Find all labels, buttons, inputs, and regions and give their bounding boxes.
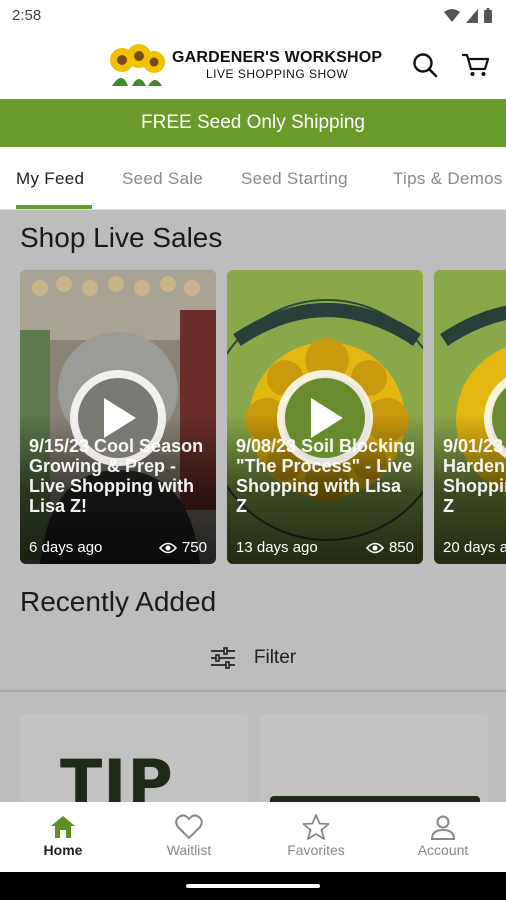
- wifi-icon: [444, 8, 460, 22]
- nav-home-label: Home: [43, 842, 83, 858]
- nav-waitlist[interactable]: Waitlist: [126, 812, 252, 858]
- content-card-thumbnail: [270, 796, 480, 802]
- recently-added-heading: Recently Added: [20, 586, 217, 617]
- brand-subtitle: LIVE SHOPPING SHOW: [205, 67, 349, 81]
- cart-button[interactable]: [461, 50, 491, 80]
- heart-icon: [175, 814, 203, 840]
- card-meta: 20 days ago: [443, 539, 506, 556]
- play-icon: [311, 398, 343, 438]
- nav-waitlist-label: Waitlist: [166, 842, 212, 858]
- tab-seed-sale[interactable]: Seed Sale: [122, 169, 203, 189]
- system-icons: [444, 8, 492, 23]
- promo-banner[interactable]: FREE Seed Only Shipping: [0, 99, 506, 147]
- signal-icon: [466, 8, 478, 23]
- eye-icon: [365, 542, 384, 553]
- promo-banner-text: FREE Seed Only Shipping: [141, 112, 365, 133]
- cart-icon: [462, 53, 490, 76]
- category-tabs: My Feed Seed Sale Seed Starting Tips & D…: [0, 147, 506, 210]
- nav-account-label: Account: [417, 842, 469, 858]
- live-sale-card[interactable]: 9/08/23 Soil Blocking "The Process" - Li…: [227, 270, 423, 564]
- card-age: 6 days ago: [29, 539, 103, 556]
- tab-tips-demos[interactable]: Tips & Demos: [393, 169, 503, 189]
- eye-icon: [158, 542, 177, 553]
- person-icon: [430, 815, 456, 840]
- nav-home[interactable]: Home: [0, 812, 126, 858]
- card-title: 9/08/23 Soil Blocking "The Process" - Li…: [236, 436, 416, 516]
- content-card[interactable]: [260, 714, 488, 802]
- live-sales-heading: Shop Live Sales: [20, 222, 223, 253]
- card-meta: 6 days ago 750: [29, 539, 207, 556]
- brand-title: GARDENER'S WORKSHOP: [172, 49, 383, 66]
- home-indicator[interactable]: [186, 884, 320, 888]
- nav-favorites[interactable]: Favorites: [253, 812, 379, 858]
- card-age: 13 days ago: [236, 539, 318, 556]
- tab-my-feed[interactable]: My Feed: [16, 169, 84, 189]
- brand-logo[interactable]: GARDENER'S WORKSHOP LIVE SHOPPING SHOW: [108, 42, 382, 88]
- nav-favorites-label: Favorites: [287, 842, 345, 858]
- sunflower-logo-icon: [110, 44, 165, 86]
- star-icon: [302, 814, 330, 840]
- home-icon: [51, 816, 75, 838]
- feed-content: Shop Live Sales 9/15/23 Cool Season Grow…: [0, 210, 506, 802]
- filter-label: Filter: [253, 647, 297, 668]
- card-title: 9/15/23 Cool Season Growing & Prep - Liv…: [29, 436, 204, 516]
- section-divider: [0, 690, 506, 692]
- nav-account[interactable]: Account: [380, 812, 506, 858]
- active-tab-indicator: [16, 205, 92, 209]
- app-header: GARDENER'S WORKSHOP LIVE SHOPPING SHOW: [0, 32, 506, 98]
- card-title: 9/01/23 Smarter Hardening Off - Live Sho…: [443, 436, 506, 516]
- status-bar: 2:58: [0, 0, 506, 32]
- content-card-text: TIP OF: [60, 746, 174, 802]
- search-icon: [413, 53, 438, 78]
- card-meta: 13 days ago 850: [236, 539, 414, 556]
- card-age: 20 days ago: [443, 539, 506, 556]
- search-button[interactable]: [410, 50, 440, 80]
- filter-button[interactable]: Filter: [0, 638, 506, 678]
- card-views: 750: [181, 539, 207, 556]
- gesture-bar: [0, 872, 506, 900]
- tab-seed-starting[interactable]: Seed Starting: [241, 169, 348, 189]
- content-card[interactable]: TIP OF: [20, 714, 248, 802]
- live-sale-card[interactable]: 9/01/23 Smarter Hardening Off - Live Sho…: [434, 270, 506, 564]
- sliders-icon: [210, 647, 235, 669]
- battery-icon: [484, 8, 492, 23]
- status-time: 2:58: [12, 7, 42, 24]
- live-sale-card[interactable]: 9/15/23 Cool Season Growing & Prep - Liv…: [20, 270, 216, 564]
- play-icon: [104, 398, 136, 438]
- card-views: 850: [388, 539, 414, 556]
- bottom-navigation: Home Waitlist Favorites Account: [0, 802, 506, 872]
